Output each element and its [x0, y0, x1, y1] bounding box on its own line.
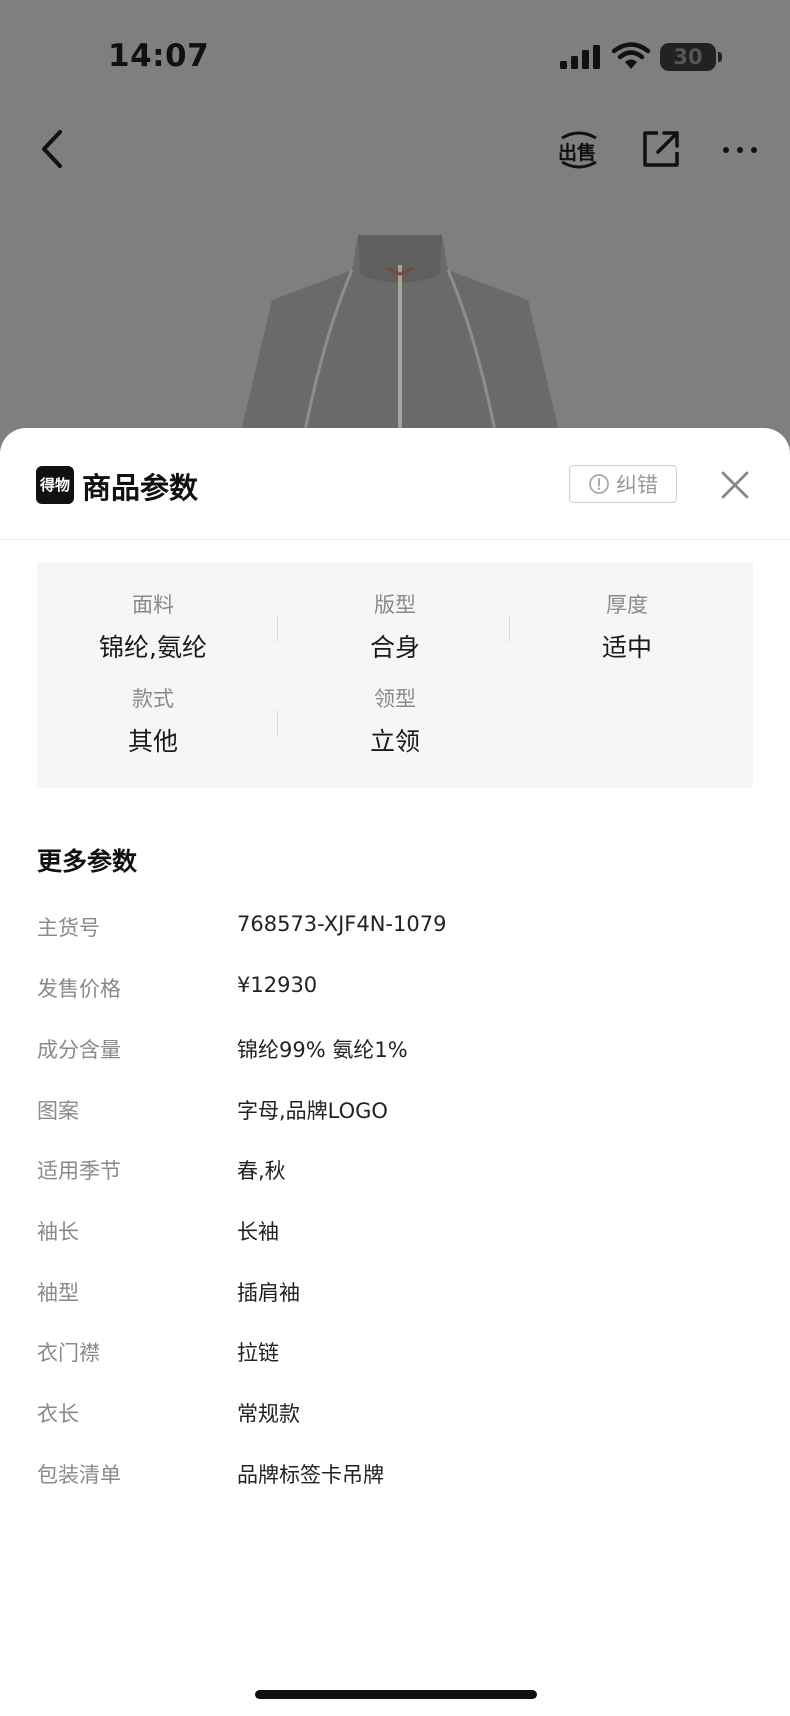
param-row: 包装清单 品牌标签卡吊牌 [37, 1459, 753, 1495]
status-time: 14:07 [108, 38, 210, 74]
more-options-icon[interactable] [720, 130, 760, 170]
alert-circle-icon [589, 474, 609, 494]
back-icon[interactable] [30, 124, 74, 174]
param-row: 衣门襟 拉链 [37, 1337, 753, 1373]
key-param-item: 厚度 适中 [511, 590, 743, 664]
key-param-label: 版型 [374, 593, 416, 617]
key-param-label: 厚度 [606, 593, 648, 617]
dewu-logo: 得物 [36, 466, 74, 504]
sheet-header: 得物 商品参数 纠错 [0, 428, 790, 540]
param-label: 成分含量 [37, 1038, 121, 1062]
param-row: 袖长 长袖 [37, 1216, 753, 1252]
key-param-value: 其他 [127, 727, 178, 756]
param-value: 长袖 [237, 1220, 279, 1244]
home-indicator[interactable] [255, 1690, 537, 1699]
key-param-label: 领型 [374, 687, 416, 711]
param-row: 成分含量 锦纶99% 氨纶1% [37, 1034, 753, 1070]
key-param-item: 款式 其他 [37, 684, 269, 758]
param-value: 768573-XJF4N-1079 [237, 912, 447, 936]
more-params-title: 更多参数 [37, 847, 138, 876]
report-error-button[interactable]: 纠错 [569, 465, 677, 503]
sell-label: 出售 [558, 142, 597, 164]
param-value: 字母,品牌LOGO [237, 1099, 388, 1123]
param-label: 衣门襟 [37, 1341, 100, 1365]
key-param-value: 适中 [601, 633, 652, 662]
sheet-title: 商品参数 [82, 471, 199, 505]
report-error-label: 纠错 [616, 473, 658, 497]
wifi-icon [612, 42, 650, 69]
key-param-value: 立领 [369, 727, 420, 756]
param-row: 衣长 常规款 [37, 1398, 753, 1434]
param-row: 图案 字母,品牌LOGO [37, 1095, 753, 1131]
param-row: 主货号 768573-XJF4N-1079 [37, 912, 753, 948]
key-param-value: 合身 [369, 633, 420, 662]
key-param-item: 领型 立领 [279, 684, 511, 758]
divider [509, 616, 510, 642]
key-param-label: 款式 [132, 687, 174, 711]
param-value: 锦纶99% 氨纶1% [237, 1038, 408, 1062]
param-row: 适用季节 春,秋 [37, 1155, 753, 1191]
param-label: 发售价格 [37, 977, 121, 1001]
key-params-panel: 面料 锦纶,氨纶 版型 合身 厚度 适中 款式 其他 领型 立领 [37, 562, 753, 788]
param-value: 春,秋 [237, 1159, 286, 1183]
param-label: 袖型 [37, 1281, 79, 1305]
close-icon[interactable] [718, 468, 752, 502]
key-param-value: 锦纶,氨纶 [99, 633, 207, 662]
key-param-item: 版型 合身 [279, 590, 511, 664]
param-label: 衣长 [37, 1402, 79, 1426]
product-page-background: 14:07 30 出售 [0, 0, 790, 470]
product-params-sheet: 得物 商品参数 纠错 面料 锦纶,氨纶 版型 合身 厚度 适中 款式 其他 领型… [0, 428, 790, 1716]
divider [277, 710, 278, 736]
param-label: 包装清单 [37, 1463, 121, 1487]
status-bar: 14:07 30 [0, 0, 790, 110]
key-param-label: 面料 [132, 593, 174, 617]
param-label: 袖长 [37, 1220, 79, 1244]
battery-indicator: 30 [660, 43, 722, 71]
param-value: 拉链 [237, 1341, 279, 1365]
param-value: ¥12930 [237, 973, 318, 997]
share-icon[interactable] [640, 128, 682, 170]
param-label: 主货号 [37, 916, 100, 940]
param-row: 袖型 插肩袖 [37, 1277, 753, 1313]
param-value: 品牌标签卡吊牌 [237, 1463, 384, 1487]
param-row: 发售价格 ¥12930 [37, 973, 753, 1009]
divider [277, 616, 278, 642]
param-label: 图案 [37, 1099, 79, 1123]
sell-button[interactable]: 出售 [556, 128, 602, 172]
param-value: 插肩袖 [237, 1281, 300, 1305]
param-value: 常规款 [237, 1402, 300, 1426]
key-param-item: 面料 锦纶,氨纶 [37, 590, 269, 664]
cellular-signal-icon [560, 45, 600, 69]
param-label: 适用季节 [37, 1159, 121, 1183]
